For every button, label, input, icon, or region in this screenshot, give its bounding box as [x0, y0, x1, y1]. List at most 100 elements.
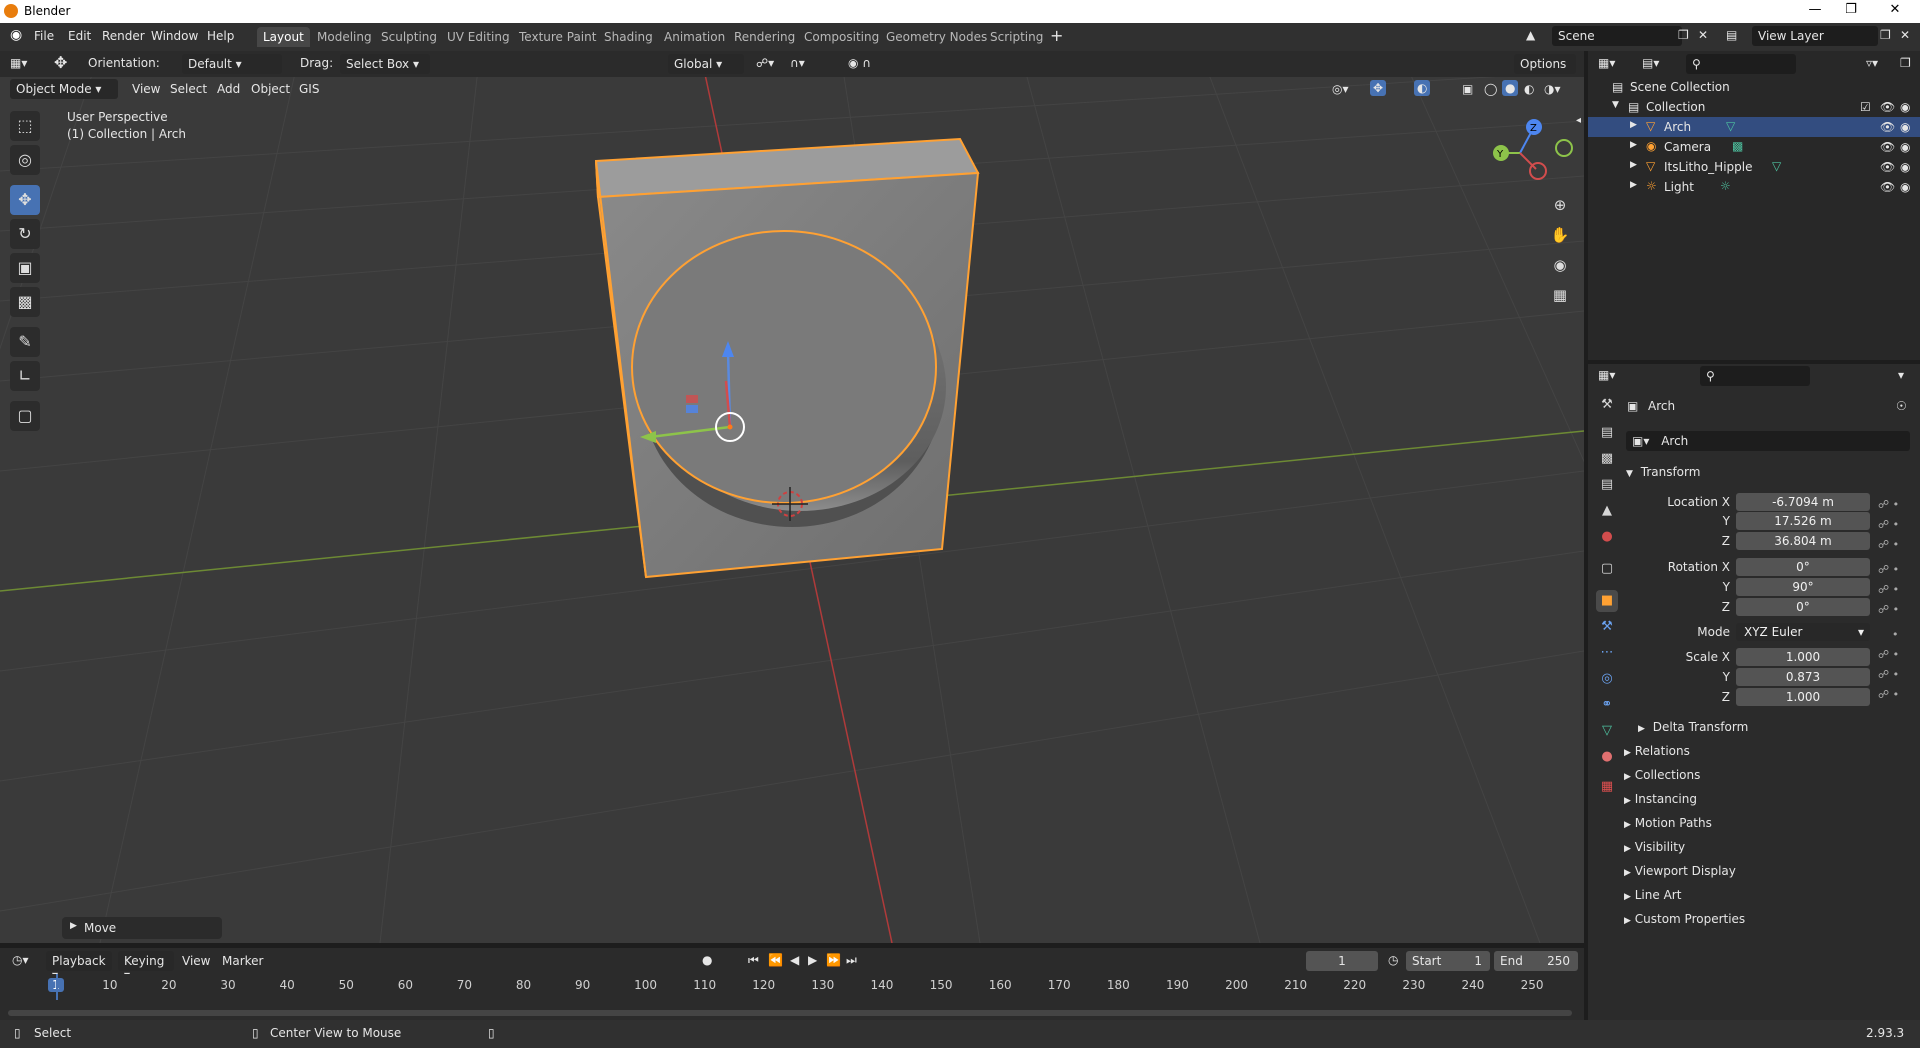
render-camera-icon[interactable]: ◉: [1900, 160, 1910, 174]
menu-window[interactable]: Window: [151, 29, 198, 43]
object-tab-icon[interactable]: ■: [1596, 590, 1618, 612]
scene-tab-icon[interactable]: ▲: [1596, 500, 1618, 522]
last-operator-panel[interactable]: ▶ Move: [62, 917, 222, 939]
display-mode-icon[interactable]: ▤▾: [1642, 56, 1659, 70]
next-keyframe-icon[interactable]: ⏩: [826, 953, 841, 967]
eye-icon[interactable]: 👁: [1880, 100, 1895, 114]
render-camera-icon[interactable]: ◉: [1900, 120, 1910, 134]
scene-remove-icon[interactable]: ✕: [1698, 28, 1708, 42]
timeline-scrollbar[interactable]: [8, 1010, 1572, 1016]
wireframe-shading-icon[interactable]: ◯: [1484, 82, 1497, 96]
eye-icon[interactable]: 👁: [1880, 180, 1895, 194]
viewport-scene[interactable]: Z Y: [0, 51, 1584, 943]
pin-icon[interactable]: ☉: [1896, 399, 1907, 413]
start-frame-field[interactable]: Start 1: [1406, 951, 1490, 971]
visibility-icon[interactable]: ◎▾: [1332, 82, 1349, 96]
clock-icon[interactable]: ◷: [1388, 953, 1398, 967]
restore-icon[interactable]: ❐: [1836, 2, 1866, 17]
outliner-row-camera[interactable]: ▶ ◉ Camera ▩ 👁 ◉: [1588, 137, 1920, 157]
scene-field[interactable]: Scene: [1552, 26, 1682, 46]
drag-dropdown[interactable]: Select Box ▾: [340, 54, 430, 74]
arch-object[interactable]: [594, 137, 980, 579]
scene-icon[interactable]: ▲: [1526, 28, 1535, 42]
expand-icon[interactable]: ▶: [1630, 120, 1637, 130]
rotation-y-field[interactable]: 90°: [1736, 578, 1870, 596]
timeline-menu-view[interactable]: View: [182, 954, 210, 968]
tab-rendering[interactable]: Rendering: [728, 27, 801, 47]
exclude-checkbox-icon[interactable]: ☑: [1860, 100, 1871, 114]
move-tool-button[interactable]: ✥: [10, 185, 40, 215]
location-y-field[interactable]: 17.526 m: [1736, 512, 1870, 530]
texture-tab-icon[interactable]: ▦: [1596, 776, 1618, 798]
add-cube-tool-icon[interactable]: ▢: [10, 401, 40, 431]
tab-layout[interactable]: Layout: [257, 27, 310, 47]
panel-collections[interactable]: ▶ Collections: [1624, 768, 1700, 782]
transform-space-dropdown[interactable]: Global ▾: [668, 54, 744, 74]
view-layer-tab-icon[interactable]: ▤: [1596, 474, 1618, 496]
view-layer-remove-icon[interactable]: ✕: [1900, 28, 1910, 42]
options-dropdown[interactable]: Options: [1514, 54, 1576, 74]
record-icon[interactable]: ●: [702, 953, 712, 967]
tab-sculpting[interactable]: Sculpting: [375, 27, 443, 47]
zoom-icon[interactable]: ⊕: [1546, 191, 1574, 219]
lock-icons-column[interactable]: ☍ • ☍ • ☍ • ☍ • ☍ • ☍ • • ☍ • ☍ • ☍ •: [1878, 495, 1899, 705]
camera-view-icon[interactable]: ◉: [1546, 251, 1574, 279]
cursor-tool-icon[interactable]: ◎: [10, 145, 40, 175]
pan-hand-icon[interactable]: ✋: [1546, 221, 1574, 249]
close-icon[interactable]: ✕: [1880, 2, 1910, 17]
orientation-dropdown[interactable]: Default ▾: [182, 54, 282, 74]
panel-custom-properties[interactable]: ▶ Custom Properties: [1624, 912, 1745, 926]
move-tool-icon[interactable]: ✥: [54, 53, 67, 72]
material-shading-icon[interactable]: ◐: [1524, 82, 1534, 96]
transform-tool-icon[interactable]: ▩: [10, 287, 40, 317]
timeline-editor-icon[interactable]: ◷▾: [12, 953, 29, 967]
tab-shading[interactable]: Shading: [598, 27, 659, 47]
outliner-row-collection[interactable]: ▼ ▤ Collection ☑ 👁 ◉: [1588, 97, 1920, 117]
world-tab-icon[interactable]: ●: [1596, 526, 1618, 548]
expand-icon[interactable]: ▶: [1630, 180, 1637, 190]
render-camera-icon[interactable]: ◉: [1900, 140, 1910, 154]
delta-transform-header[interactable]: ▶ Delta Transform: [1638, 720, 1748, 734]
end-frame-field[interactable]: End 250: [1494, 951, 1578, 971]
current-frame-field[interactable]: 1: [1306, 951, 1378, 971]
tab-modeling[interactable]: Modeling: [311, 27, 378, 47]
properties-editor-icon[interactable]: ▦▾: [1598, 368, 1615, 382]
menu-file[interactable]: File: [34, 29, 54, 43]
rotate-tool-icon[interactable]: ↻: [10, 219, 40, 249]
ortho-grid-icon[interactable]: ▦: [1546, 281, 1574, 309]
filter-icon[interactable]: ▿▾: [1866, 56, 1878, 70]
proportional-edit-icon[interactable]: ◉ ∩: [848, 56, 871, 70]
scene-copy-icon[interactable]: ❐: [1678, 28, 1689, 42]
minimize-icon[interactable]: —: [1800, 2, 1830, 17]
panel-relations[interactable]: ▶ Relations: [1624, 744, 1690, 758]
scale-z-field[interactable]: 1.000: [1736, 688, 1870, 706]
play-icon[interactable]: ▶: [808, 953, 817, 967]
overlays-icon[interactable]: ◐: [1414, 80, 1431, 96]
scale-tool-icon[interactable]: ▣: [10, 253, 40, 283]
menu-help[interactable]: Help: [207, 29, 234, 43]
blender-menu-icon[interactable]: ◉: [10, 27, 22, 43]
eye-icon[interactable]: 👁: [1880, 120, 1895, 134]
viewport-menu-view[interactable]: View: [132, 82, 160, 96]
rendered-shading-icon[interactable]: ◑▾: [1544, 82, 1561, 96]
editor-type-icon[interactable]: ▦▾: [10, 56, 27, 70]
panel-viewport-display[interactable]: ▶ Viewport Display: [1624, 864, 1736, 878]
outliner-row-light[interactable]: ▶ ☼ Light ☼ 👁 ◉: [1588, 177, 1920, 197]
collection-tab-icon[interactable]: ▢: [1596, 558, 1618, 580]
tab-uv-editing[interactable]: UV Editing: [441, 27, 516, 47]
xray-icon[interactable]: ▣: [1462, 82, 1473, 96]
panel-line-art[interactable]: ▶ Line Art: [1624, 888, 1681, 902]
panel-instancing[interactable]: ▶ Instancing: [1624, 792, 1697, 806]
data-tab-icon[interactable]: ▽: [1596, 720, 1618, 742]
collapse-icon[interactable]: ▼: [1612, 100, 1619, 110]
eye-icon[interactable]: 👁: [1880, 160, 1895, 174]
tab-scripting[interactable]: Scripting: [984, 27, 1049, 47]
physics-tab-icon[interactable]: ◎: [1596, 668, 1618, 690]
transform-panel-header[interactable]: ▼ Transform: [1626, 465, 1700, 479]
tab-geometry-nodes[interactable]: Geometry Nodes: [880, 27, 993, 47]
select-tool-icon[interactable]: ⬚: [10, 111, 40, 141]
object-name-field[interactable]: ▣▾ Arch: [1626, 431, 1910, 451]
prev-keyframe-icon[interactable]: ⏪: [768, 953, 783, 967]
viewport-menu-select[interactable]: Select: [170, 82, 207, 96]
constraints-tab-icon[interactable]: ⚭: [1596, 694, 1618, 716]
